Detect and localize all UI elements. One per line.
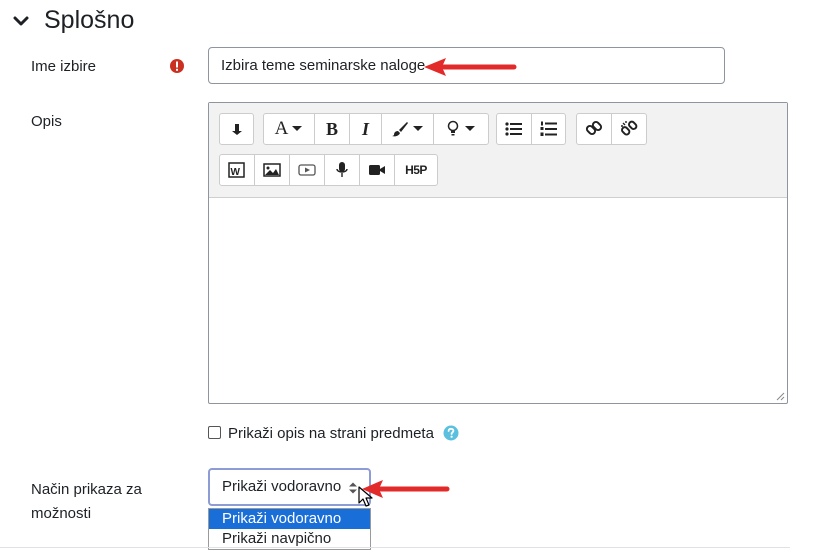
caret-down-icon	[465, 126, 475, 131]
display-mode-dropdown: Prikaži vodoravno Prikaži navpično	[208, 508, 371, 550]
toolbar-group-lists	[496, 113, 566, 145]
collapse-button[interactable]	[220, 114, 253, 144]
svg-text:W: W	[231, 167, 241, 178]
media-icon	[298, 164, 316, 176]
toolbar-group-collapse	[219, 113, 254, 145]
toolbar-group-links	[576, 113, 647, 145]
font-color-icon: A	[274, 118, 289, 139]
accessibility-button[interactable]	[434, 114, 488, 144]
question-circle-icon[interactable]	[443, 425, 459, 441]
link-icon	[585, 120, 603, 136]
ordered-list-icon	[540, 121, 557, 136]
font-color-button[interactable]: A	[264, 114, 315, 144]
record-audio-button[interactable]	[325, 155, 360, 185]
toolbar-group-media: W H5P	[219, 154, 438, 186]
word-import-icon: W	[228, 162, 245, 178]
caret-down-icon	[413, 126, 423, 131]
option-vertical[interactable]: Prikaži navpično	[209, 529, 370, 549]
display-mode-select[interactable]: Prikaži vodoravno	[208, 468, 371, 506]
italic-button[interactable]: I	[350, 114, 382, 144]
image-icon	[263, 163, 281, 177]
record-video-button[interactable]	[360, 155, 395, 185]
toolbar-group-format: A B I	[263, 113, 489, 145]
ordered-list-button[interactable]	[532, 114, 565, 144]
section-divider	[0, 547, 790, 548]
show-description-label[interactable]: Prikaži opis na strani predmeta	[228, 425, 434, 442]
paint-brush-icon	[392, 122, 408, 137]
display-mode-label: Način prikaza za možnosti	[31, 481, 142, 522]
unlink-icon	[621, 120, 638, 136]
section-title[interactable]: Splošno	[44, 6, 134, 35]
caret-down-icon	[292, 126, 303, 131]
h5p-icon: H5P	[405, 163, 427, 177]
lightbulb-icon	[447, 120, 459, 136]
h5p-button[interactable]: H5P	[395, 155, 437, 185]
name-label: Ime izbire	[31, 58, 97, 75]
word-import-button[interactable]: W	[220, 155, 255, 185]
resize-grip-icon[interactable]	[775, 391, 785, 401]
unlink-button[interactable]	[612, 114, 646, 144]
style-button[interactable]	[382, 114, 434, 144]
bold-button[interactable]: B	[315, 114, 350, 144]
description-editor[interactable]: A B I W H5P	[208, 102, 788, 404]
bold-icon: B	[325, 118, 338, 139]
show-description-checkbox[interactable]	[208, 426, 221, 439]
italic-icon: I	[361, 118, 369, 139]
option-horizontal[interactable]: Prikaži vodoravno	[209, 509, 370, 529]
unordered-list-icon	[505, 122, 522, 136]
editor-toolbar: A B I W H5P	[209, 103, 787, 198]
collapse-icon	[231, 124, 242, 135]
sort-caret-icon	[349, 482, 357, 494]
link-button[interactable]	[577, 114, 612, 144]
chevron-down-icon[interactable]	[12, 14, 30, 30]
media-button[interactable]	[290, 155, 325, 185]
microphone-icon	[336, 162, 348, 177]
unordered-list-button[interactable]	[497, 114, 532, 144]
image-button[interactable]	[255, 155, 290, 185]
annotation-arrow-icon	[362, 480, 450, 498]
required-icon	[170, 59, 184, 73]
description-label: Opis	[31, 113, 62, 130]
annotation-arrow-icon	[424, 58, 517, 76]
video-camera-icon	[369, 165, 385, 175]
mouse-pointer-icon	[358, 486, 373, 507]
